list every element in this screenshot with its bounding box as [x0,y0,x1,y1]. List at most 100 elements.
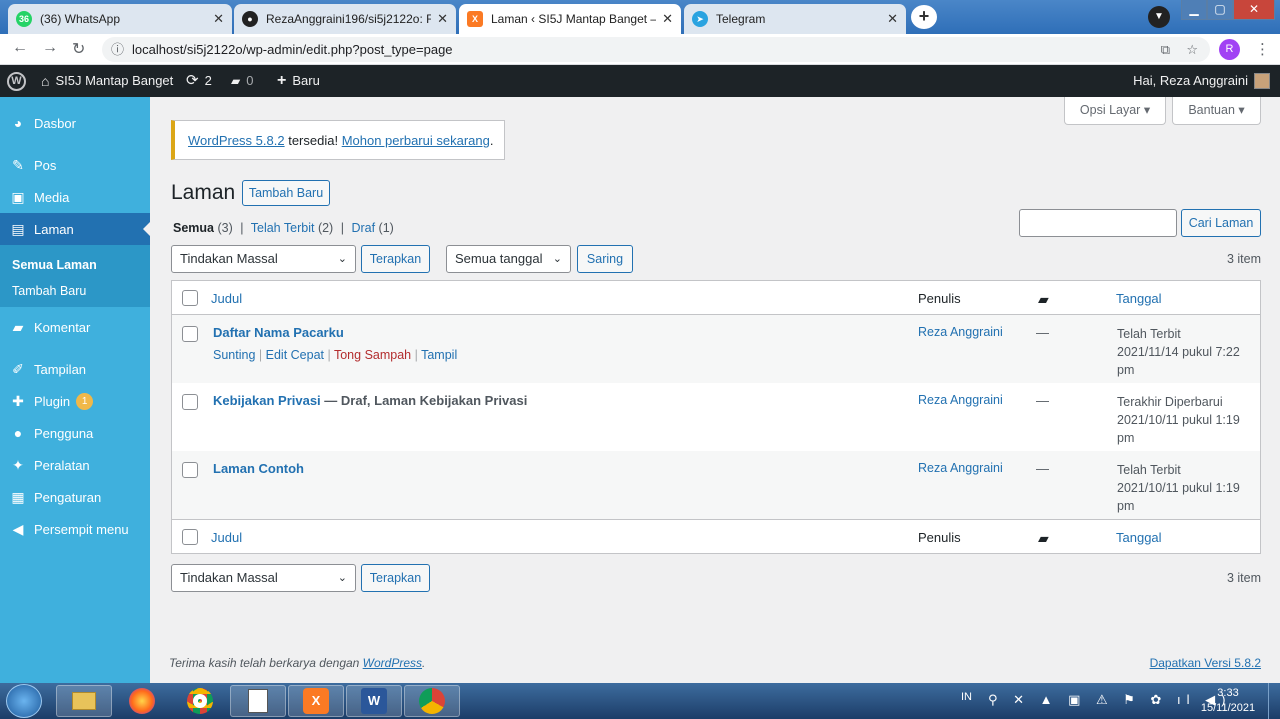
row-author-link[interactable]: Reza Anggraini [918,393,1003,407]
system-tray-icons[interactable]: ⚲ ✕ ▲ ▣ ⚠ ⚑ ✿ ıl ◀) [988,692,1232,708]
quick-edit-link[interactable]: Edit Cepat [266,348,324,362]
start-button[interactable] [6,684,42,718]
filter-all[interactable]: Semua [173,221,214,235]
column-date[interactable]: Tanggal [1116,291,1162,306]
date-filter-select[interactable]: Semua tanggal ⌄ [446,245,571,273]
notepad-icon[interactable] [230,685,286,717]
update-now-link[interactable]: Mohon perbarui sekarang [342,133,490,148]
tab-title: Telegram [716,12,766,26]
xampp-icon[interactable]: X [288,685,344,717]
wp-version-link[interactable]: WordPress 5.8.2 [188,133,285,148]
comments-link[interactable]: ▰ 0 [231,65,253,97]
column-date[interactable]: Tanggal [1116,530,1162,545]
screen-options-button[interactable]: Opsi Layar ▾ [1064,97,1166,125]
sidebar-item-media[interactable]: ▣ Media [0,181,150,213]
sidebar-item-pengguna[interactable]: ● Pengguna [0,417,150,449]
apply-button[interactable]: Terapkan [361,245,430,273]
close-icon[interactable]: ✕ [662,11,673,27]
sidebar-item-pengaturan[interactable]: ▦ Pengaturan [0,481,150,513]
new-tab-button[interactable]: + [911,5,937,29]
tab-github[interactable]: ● RezaAnggraini196/si5j2122o: Rep ✕ [234,4,456,34]
row-checkbox[interactable] [182,462,198,478]
column-title[interactable]: Judul [211,291,242,306]
row-checkbox[interactable] [182,394,198,410]
row-title-link[interactable]: Kebijakan Privasi [213,393,321,408]
bulk-action-select-bottom[interactable]: Tindakan Massal ⌄ [171,564,356,592]
table-row: Laman Contoh Reza Anggraini — Telah Terb… [172,451,1260,520]
updates-link[interactable]: ⟳ 2 [186,65,212,97]
add-new-page-button[interactable]: Tambah Baru [242,180,330,206]
show-desktop-button[interactable] [1268,683,1280,719]
firefox-icon[interactable] [114,685,170,717]
filter-published[interactable]: Telah Terbit [251,221,315,235]
wordpress-link[interactable]: WordPress [363,656,422,670]
sidebar-item-peralatan[interactable]: ✦ Peralatan [0,449,150,481]
sidebar-item-laman[interactable]: ▤ Laman [0,213,150,245]
clock[interactable]: 3:33 15/11/2021 [1196,686,1260,716]
sidebar-item-tampilan[interactable]: ✐ Tampilan [0,353,150,385]
url-input[interactable]: ⓘ localhost/si5j2122o/wp-admin/edit.php?… [102,37,1210,62]
new-content-link[interactable]: + Baru [277,65,320,97]
sidebar-item-collapse[interactable]: ◀ Persempit menu [0,513,150,545]
sidebar-item-plugin[interactable]: ✚ Plugin 1 [0,385,150,417]
tab-title: RezaAnggraini196/si5j2122o: Rep [266,12,432,26]
apply-button-bottom[interactable]: Terapkan [361,564,430,592]
language-indicator[interactable]: IN [961,691,972,703]
my-account-link[interactable]: Hai, Reza Anggraini [1133,65,1270,97]
filter-draft[interactable]: Draf [351,221,375,235]
chrome-profile-icon[interactable] [404,685,460,717]
table-header: Judul Penulis ▰ Tanggal [172,281,1260,315]
site-name-link[interactable]: ⌂ SI5J Mantap Banget [41,65,173,97]
bookmark-star-icon[interactable]: ☆ [1186,37,1198,62]
pin-icon: ✎ [12,156,24,173]
search-input[interactable] [1019,209,1177,237]
row-author-link[interactable]: Reza Anggraini [918,325,1003,339]
select-all-checkbox[interactable] [182,529,198,545]
wp-logo-icon[interactable]: W [7,65,26,97]
menu-dots-icon[interactable]: ⋮ [1255,40,1270,58]
close-icon[interactable]: ✕ [213,11,224,27]
comment-bubble-icon[interactable]: ▰ [1038,291,1049,308]
close-icon[interactable]: ✕ [887,11,898,27]
translate-icon[interactable]: ⧉ [1161,37,1170,62]
row-checkbox[interactable] [182,326,198,342]
sidebar-item-dasbor[interactable]: ◕ Dasbor [0,107,150,139]
sidebar-item-pos[interactable]: ✎ Pos [0,149,150,181]
search-pages-button[interactable]: Cari Laman [1181,209,1261,237]
submenu-tambah-baru[interactable]: Tambah Baru [12,284,86,298]
word-icon[interactable]: W [346,685,402,717]
help-button[interactable]: Bantuan ▾ [1172,97,1261,125]
footer-thanks: Terima kasih telah berkarya dengan WordP… [169,656,426,670]
row-title-link[interactable]: Daftar Nama Pacarku [213,325,344,340]
minimize-button[interactable]: ▁ [1181,0,1207,20]
back-icon[interactable]: ← [12,39,28,57]
get-version-link[interactable]: Dapatkan Versi 5.8.2 [1150,656,1261,670]
bulk-action-select[interactable]: Tindakan Massal ⌄ [171,245,356,273]
forward-icon[interactable]: → [42,39,58,57]
comment-bubble-icon[interactable]: ▰ [1038,530,1049,547]
submenu-semua-laman[interactable]: Semua Laman [12,258,97,272]
tab-wordpress[interactable]: X Laman ‹ SI5J Mantap Banget — W ✕ [459,4,681,34]
select-all-checkbox[interactable] [182,290,198,306]
filter-button[interactable]: Saring [577,245,633,273]
trash-link[interactable]: Tong Sampah [334,348,411,362]
edit-link[interactable]: Sunting [213,348,255,362]
greeting: Hai, Reza Anggraini [1133,73,1248,88]
close-window-button[interactable]: ✕ [1233,0,1275,20]
tab-telegram[interactable]: ➤ Telegram ✕ [684,4,906,34]
info-icon[interactable]: ⓘ [111,37,124,62]
tab-search-icon[interactable]: ▼ [1148,6,1170,28]
profile-avatar[interactable]: R [1219,39,1240,60]
maximize-button[interactable]: ▢ [1207,0,1233,20]
row-author-link[interactable]: Reza Anggraini [918,461,1003,475]
sidebar-item-komentar[interactable]: ▰ Komentar [0,311,150,343]
view-link[interactable]: Tampil [421,348,457,362]
row-title-link[interactable]: Laman Contoh [213,461,304,476]
reload-icon[interactable]: ↻ [72,39,85,59]
column-title[interactable]: Judul [211,530,242,545]
close-icon[interactable]: ✕ [437,11,448,27]
tab-whatsapp[interactable]: 36 (36) WhatsApp ✕ [8,4,232,34]
explorer-icon[interactable] [56,685,112,717]
url-text: localhost/si5j2122o/wp-admin/edit.php?po… [132,42,453,57]
chrome-icon[interactable] [172,685,228,717]
